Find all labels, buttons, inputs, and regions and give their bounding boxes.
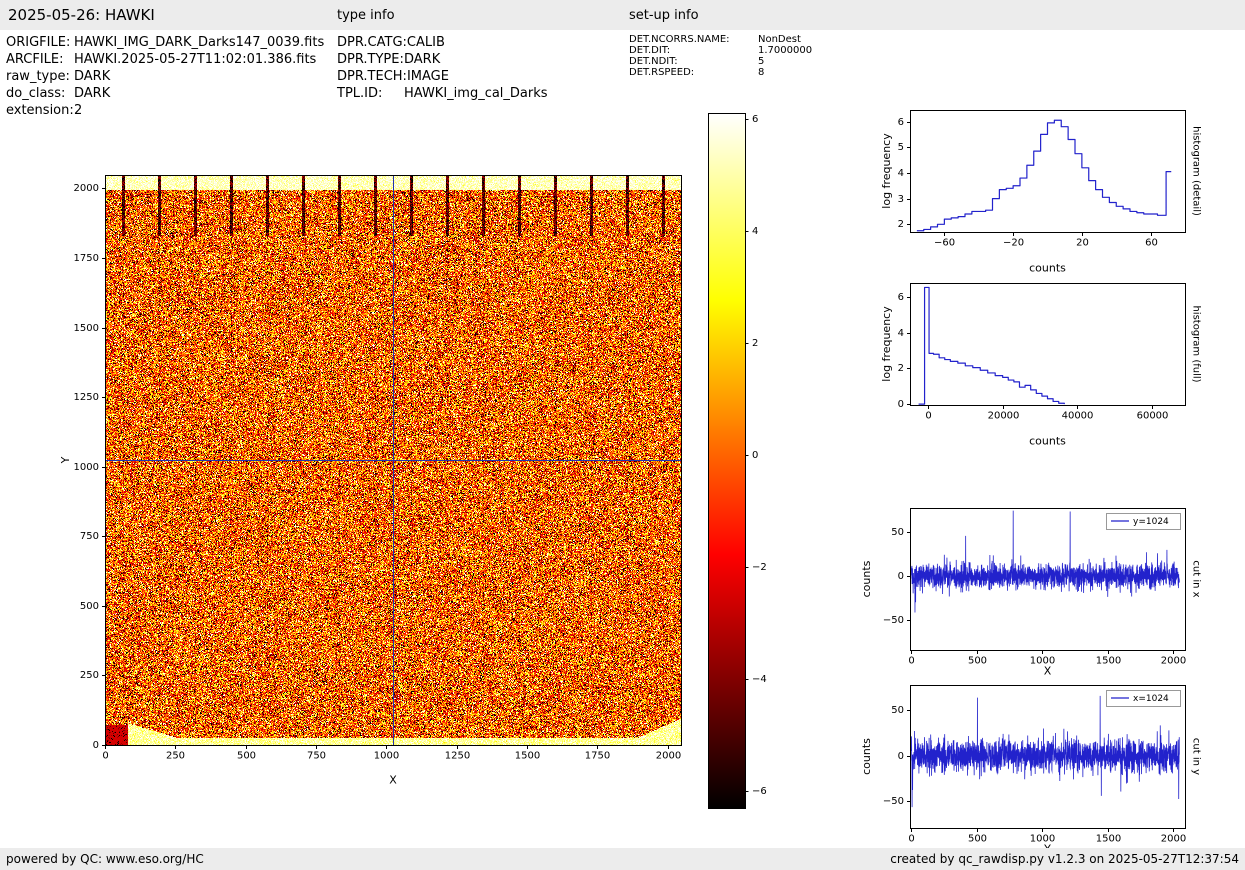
metadata-label: DPR.CATG: (337, 35, 407, 50)
footer-left-text: powered by QC: www.eso.org/HC (6, 852, 204, 866)
cut-in-y-plot (855, 670, 1245, 860)
metadata-row: DET.DIT: 1.7000000 (629, 45, 812, 56)
metadata-label: DET.RSPEED: (629, 67, 695, 78)
metadata-row: DET.NDIT: 5 (629, 56, 812, 67)
metadata-row: ORIGFILE: HAWKI_IMG_DARK_Darks147_0039.fi… (6, 34, 324, 51)
metadata-value: 1.7000000 (758, 45, 813, 56)
metadata-value: 5 (758, 56, 765, 67)
header-bar (0, 0, 1245, 30)
metadata-value: CALIB (406, 35, 445, 50)
metadata-label: DPR.TECH: (337, 69, 407, 84)
setup-info-label: set-up info (629, 8, 699, 23)
colorbar (700, 105, 800, 820)
metadata-value: DARK (74, 69, 111, 84)
setup-info-panel: DET.NCORRS.NAME: NonDest DET.DIT: 1.7000000… (629, 34, 812, 78)
type-info-panel: DPR.CATG: CALIB DPR.TYPE: DARK DPR.TECH: IMAG… (337, 34, 548, 102)
histogram-full-plot (855, 268, 1245, 450)
metadata-value: HAWKI.2025-05-27T11:02:01.386.fits (74, 52, 317, 67)
metadata-value: DARK (404, 52, 441, 67)
histogram-detail-plot (855, 95, 1245, 277)
metadata-value: HAWKI_IMG_DARK_Darks147_0039.fits (74, 35, 325, 50)
metadata-label: ORIGFILE: (6, 35, 71, 50)
metadata-row: DPR.TECH: IMAGE (337, 68, 548, 85)
metadata-label: DET.NCORRS.NAME: (629, 34, 730, 45)
raw-image-plot (40, 100, 700, 800)
metadata-label: raw_type: (6, 69, 70, 84)
metadata-label: DET.DIT: (629, 45, 671, 56)
metadata-row: DPR.CATG: CALIB (337, 34, 548, 51)
footer-right-text: created by qc_rawdisp.py v1.2.3 on 2025-… (890, 852, 1239, 866)
metadata-row: DET.NCORRS.NAME: NonDest (629, 34, 812, 45)
page-title: 2025-05-26: HAWKI (8, 6, 155, 24)
footer-bar: powered by QC: www.eso.org/HC created by… (0, 848, 1245, 870)
metadata-value: 8 (758, 67, 765, 78)
cut-in-x-plot (855, 493, 1245, 678)
metadata-row: ARCFILE: HAWKI.2025-05-27T11:02:01.386.fi… (6, 51, 324, 68)
metadata-value: NonDest (758, 34, 801, 45)
metadata-row: raw_type: DARK (6, 68, 324, 85)
metadata-value: IMAGE (406, 69, 449, 84)
metadata-label: DET.NDIT: (629, 56, 678, 67)
metadata-label: ARCFILE: (6, 52, 64, 67)
metadata-label: DPR.TYPE: (337, 52, 404, 67)
metadata-row: DPR.TYPE: DARK (337, 51, 548, 68)
metadata-row: DET.RSPEED: 8 (629, 67, 812, 78)
type-info-label: type info (337, 8, 395, 23)
